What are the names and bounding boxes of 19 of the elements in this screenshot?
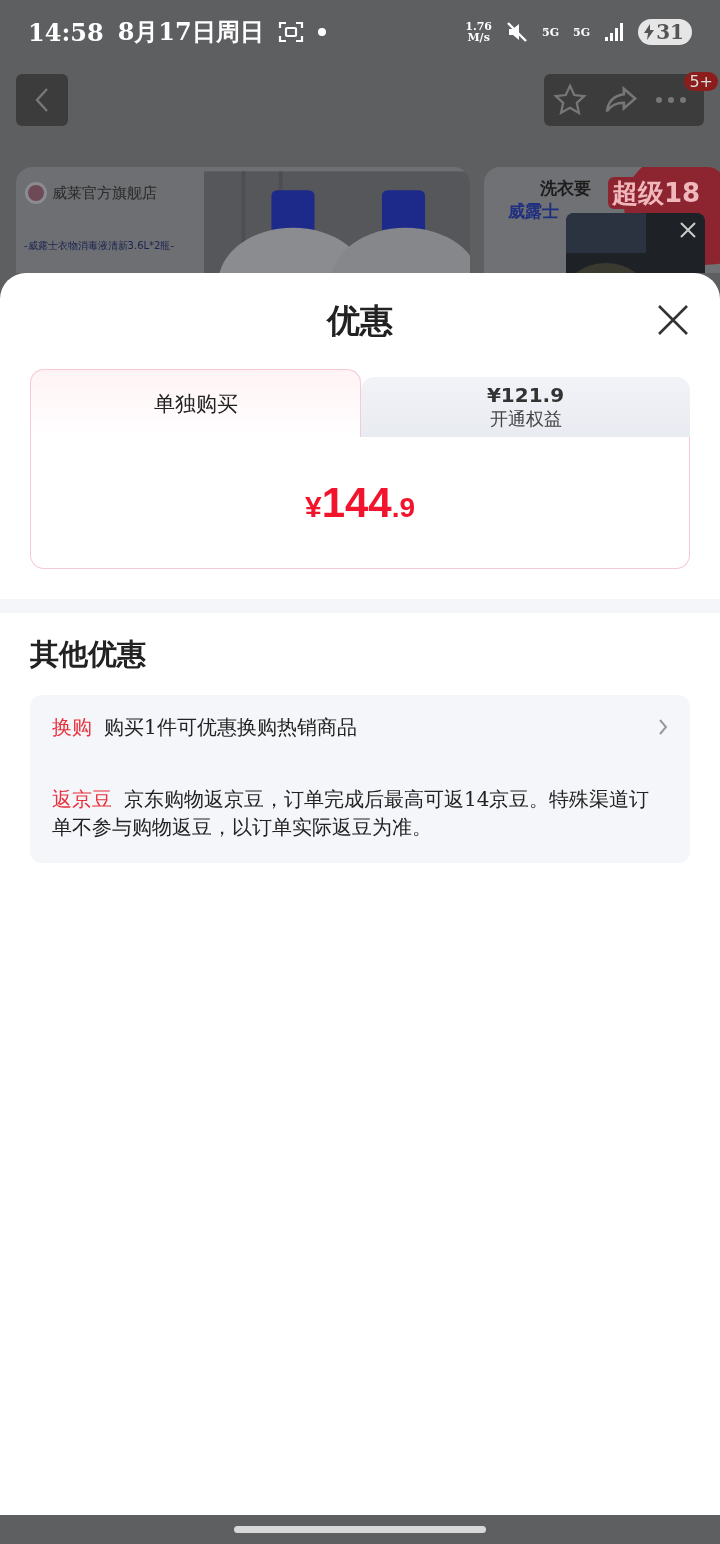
banner-subtitle: -威露士衣物消毒液清新3.6L*2瓶- [24, 239, 175, 252]
network-type: 5G [542, 26, 560, 38]
price: ¥144.9 [304, 478, 416, 527]
product-banner[interactable]: 洗衣要 威露士 超级18 [484, 167, 720, 273]
section-title: 其他优惠 [30, 636, 147, 673]
sheet-title: 优惠 [327, 299, 393, 342]
price-tab[interactable]: ¥121.9 开通权益 [361, 377, 690, 437]
date: 8月17日周日 [117, 16, 264, 48]
banner-brand: 威露士 [508, 200, 559, 223]
store-name: 威莱官方旗舰店 [52, 183, 157, 203]
banner-headline: 洗衣要 [540, 177, 591, 200]
network-type: 5G [573, 26, 591, 38]
offer-text: 返京豆 京东购物返京豆，订单完成后最高可返14京豆。特殊渠道订单不参与购物返豆，以订单实际返豆为准。 [52, 786, 651, 841]
battery-indicator: 31 [638, 19, 692, 45]
offer-text[interactable]: 换购 购买1件可优惠换购热销商品 [52, 713, 646, 741]
notification-badge: 5+ [684, 72, 718, 91]
time: 14:58 [28, 17, 104, 47]
price-tab[interactable]: 单独购买 [30, 369, 361, 437]
network-speed: 1.76 M/s [465, 21, 493, 43]
